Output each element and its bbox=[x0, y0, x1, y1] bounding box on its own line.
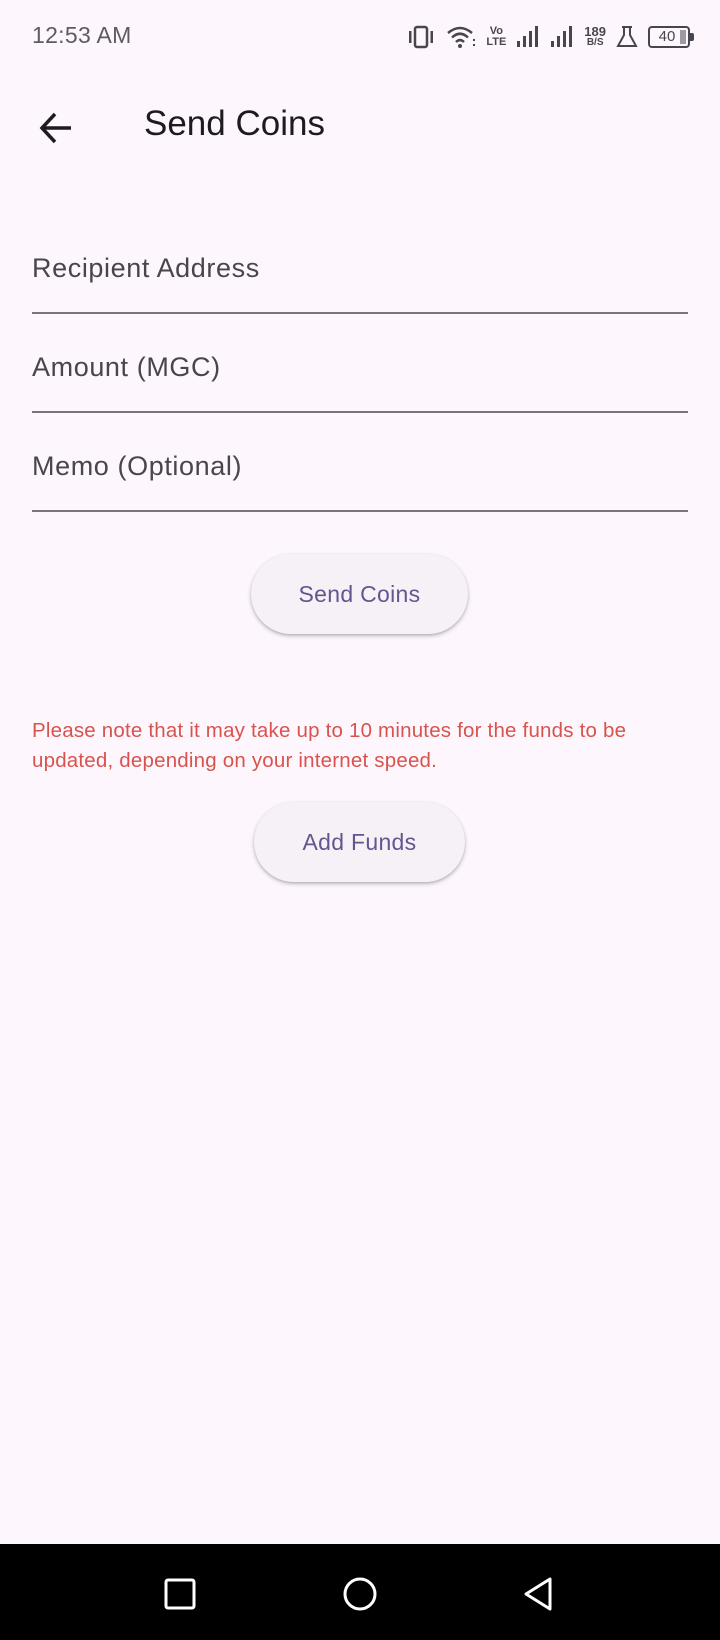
signal-icon bbox=[551, 26, 573, 47]
status-time: 12:53 AM bbox=[32, 22, 132, 48]
wifi-icon bbox=[447, 26, 476, 48]
send-coins-screen: 12:53 AM Vo LTE 189 B/S 40 Send Coins Re… bbox=[0, 0, 720, 1640]
page-title: Send Coins bbox=[144, 104, 325, 143]
recents-button[interactable] bbox=[154, 1568, 206, 1620]
nav-back-button[interactable] bbox=[512, 1568, 564, 1620]
battery-level: 40 bbox=[658, 28, 676, 45]
amount-field[interactable] bbox=[32, 323, 688, 413]
status-bar: 12:53 AM Vo LTE 189 B/S 40 bbox=[0, 0, 720, 74]
home-icon bbox=[343, 1577, 377, 1611]
funds-update-notice: Please note that it may take up to 10 mi… bbox=[32, 719, 627, 772]
add-funds-button[interactable]: Add Funds bbox=[254, 802, 465, 882]
back-button[interactable] bbox=[24, 96, 88, 160]
amount-input[interactable] bbox=[32, 345, 688, 389]
recents-icon bbox=[164, 1578, 196, 1610]
volte-icon: Vo LTE bbox=[486, 25, 507, 48]
system-nav-bar bbox=[0, 1544, 720, 1640]
flask-icon bbox=[616, 26, 638, 47]
recipient-address-input[interactable] bbox=[32, 246, 688, 290]
back-triangle-icon bbox=[524, 1577, 552, 1611]
send-coins-button[interactable]: Send Coins bbox=[251, 554, 468, 634]
network-speed-icon: 189 B/S bbox=[584, 24, 606, 48]
home-button[interactable] bbox=[334, 1568, 386, 1620]
arrow-left-icon bbox=[39, 112, 71, 144]
app-bar: Send Coins bbox=[0, 74, 720, 182]
memo-field[interactable] bbox=[32, 422, 688, 512]
memo-input[interactable] bbox=[32, 444, 688, 488]
recipient-address-field[interactable] bbox=[32, 224, 688, 314]
signal-icon bbox=[517, 26, 539, 47]
vibrate-icon bbox=[409, 25, 434, 49]
status-icons: Vo LTE 189 B/S 40 bbox=[406, 22, 694, 52]
battery-icon: 40 bbox=[648, 26, 694, 48]
